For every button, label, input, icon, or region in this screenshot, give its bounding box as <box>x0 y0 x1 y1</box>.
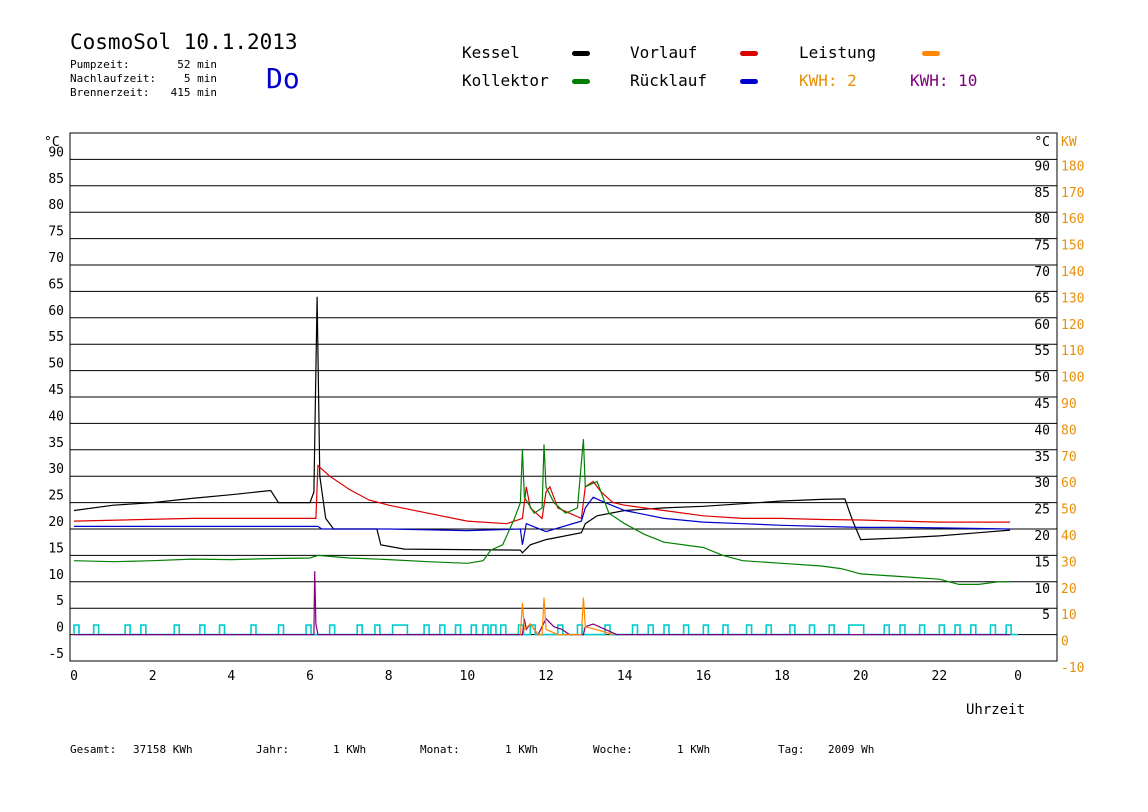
footer-tag-value: 2009 Wh <box>828 743 875 756</box>
y-tick-left-50: 50 <box>48 357 64 372</box>
x-tick-2: 4 <box>227 669 235 684</box>
series-line-5 <box>519 597 614 636</box>
y-tick-right-kw-20: 20 <box>1061 582 1077 597</box>
footer-monat-value: 1 KWh <box>505 743 539 756</box>
y-tick-right-kw-180: 180 <box>1061 159 1084 174</box>
y-tick-right-kw-170: 170 <box>1061 186 1084 201</box>
y-tick-right-kw-160: 160 <box>1061 212 1084 227</box>
y-tick-right-kw-100: 100 <box>1061 371 1084 386</box>
y-tick-right-kw-50: 50 <box>1061 503 1077 518</box>
y-tick-left-20: 20 <box>48 515 64 530</box>
y-tick-right-kw-110: 110 <box>1061 344 1084 359</box>
x-tick-3: 6 <box>306 669 314 684</box>
chart-area: -5051015202530354045505560657075808590°C… <box>44 132 1084 684</box>
y-tick-left-65: 65 <box>48 277 64 292</box>
x-tick-11: 22 <box>932 669 948 684</box>
y-tick-right-kw-30: 30 <box>1061 555 1077 570</box>
y-tick-right-c-65: 65 <box>1034 291 1050 306</box>
y-tick-right-c-40: 40 <box>1034 423 1050 438</box>
y-tick-right-c-85: 85 <box>1034 186 1050 201</box>
y-tick-right-c-10: 10 <box>1034 582 1050 597</box>
footer-monat-label: Monat: <box>420 743 460 756</box>
y-tick-left-0: 0 <box>56 621 64 636</box>
x-tick-6: 12 <box>538 669 554 684</box>
y-tick-right-kw-90: 90 <box>1061 397 1077 412</box>
y-tick-left-5: 5 <box>56 594 64 609</box>
footer-woche-label: Woche: <box>593 743 633 756</box>
y-tick-right-kw-10: 10 <box>1061 608 1077 623</box>
y-tick-right-kw-140: 140 <box>1061 265 1084 280</box>
y-tick-right-c-5: 5 <box>1042 608 1050 623</box>
y-tick-left-85: 85 <box>48 172 64 187</box>
y-tick-right-c-15: 15 <box>1034 555 1050 570</box>
y-tick-right-kw-80: 80 <box>1061 423 1077 438</box>
y-tick-left-15: 15 <box>48 541 64 556</box>
y-tick-left--5: -5 <box>48 647 64 662</box>
y-unit-left: °C <box>44 135 60 150</box>
y-tick-right-c-50: 50 <box>1034 371 1050 386</box>
y-tick-right-kw-60: 60 <box>1061 476 1077 491</box>
y-tick-right-c-30: 30 <box>1034 476 1050 491</box>
y-tick-right-c-35: 35 <box>1034 450 1050 465</box>
y-tick-right-c-45: 45 <box>1034 397 1050 412</box>
footer-woche-value: 1 KWh <box>677 743 711 756</box>
x-tick-7: 14 <box>617 669 633 684</box>
y-tick-right-c-55: 55 <box>1034 344 1050 359</box>
y-tick-right-kw-150: 150 <box>1061 239 1084 254</box>
footer-jahr-label: Jahr: <box>256 743 290 756</box>
y-tick-left-75: 75 <box>48 225 64 240</box>
x-tick-12: 0 <box>1014 669 1022 684</box>
x-tick-10: 20 <box>853 669 869 684</box>
footer-gesamt-value: 37158 KWh <box>133 743 193 756</box>
y-tick-left-55: 55 <box>48 330 64 345</box>
footer-jahr-value: 1 KWh <box>333 743 367 756</box>
x-tick-1: 2 <box>149 669 157 684</box>
y-tick-right-c-60: 60 <box>1034 318 1050 333</box>
y-tick-left-40: 40 <box>48 409 64 424</box>
y-tick-right-c-75: 75 <box>1034 239 1050 254</box>
x-axis-title: Uhrzeit <box>966 702 1026 718</box>
x-tick-9: 18 <box>774 669 790 684</box>
y-tick-right-c-80: 80 <box>1034 212 1050 227</box>
y-unit-right-kw: KW <box>1061 135 1077 150</box>
y-tick-left-10: 10 <box>48 568 64 583</box>
footer-tag-label: Tag: <box>778 743 805 756</box>
y-tick-left-45: 45 <box>48 383 64 398</box>
y-tick-right-kw-130: 130 <box>1061 291 1084 306</box>
y-tick-right-kw--10: -10 <box>1061 661 1084 676</box>
x-tick-8: 16 <box>696 669 712 684</box>
y-tick-left-25: 25 <box>48 489 64 504</box>
y-tick-right-c-25: 25 <box>1034 503 1050 518</box>
y-tick-right-kw-0: 0 <box>1061 635 1069 650</box>
x-tick-5: 10 <box>460 669 476 684</box>
x-tick-4: 8 <box>385 669 393 684</box>
y-tick-left-70: 70 <box>48 251 64 266</box>
footer-gesamt-label: Gesamt: <box>70 743 117 756</box>
y-tick-left-80: 80 <box>48 198 64 213</box>
y-tick-left-35: 35 <box>48 436 64 451</box>
y-unit-right-c: °C <box>1034 135 1050 150</box>
y-tick-right-kw-120: 120 <box>1061 318 1084 333</box>
series-line-3 <box>73 439 1011 586</box>
y-tick-right-kw-70: 70 <box>1061 450 1077 465</box>
y-tick-right-kw-40: 40 <box>1061 529 1077 544</box>
x-tick-0: 0 <box>70 669 78 684</box>
y-tick-right-c-90: 90 <box>1034 159 1050 174</box>
y-tick-left-60: 60 <box>48 304 64 319</box>
y-tick-left-30: 30 <box>48 462 64 477</box>
y-tick-right-c-20: 20 <box>1034 529 1050 544</box>
series-line-0 <box>73 296 1011 554</box>
y-tick-right-c-70: 70 <box>1034 265 1050 280</box>
